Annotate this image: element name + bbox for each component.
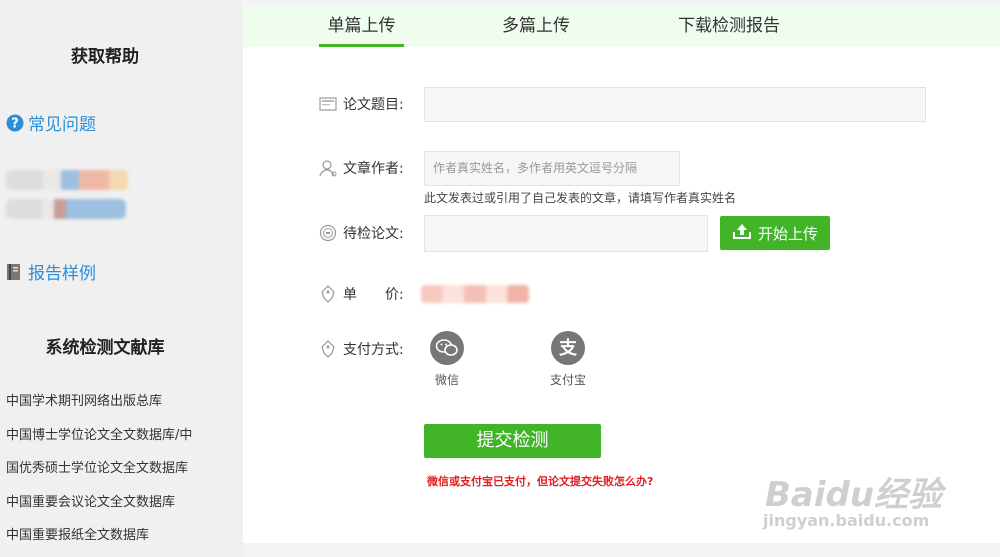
database-item: 中国博士学位论文全文数据库/中: [6, 428, 193, 443]
svg-text:?: ?: [11, 116, 19, 131]
question-circle-icon: ?: [6, 114, 24, 132]
database-item: 中国重要会议论文全文数据库: [6, 495, 176, 510]
wechat-icon: [430, 331, 464, 365]
database-item: 中国学术期刊网络出版总库: [6, 394, 163, 409]
wechat-label: 微信: [434, 373, 459, 387]
document-title-icon: [319, 95, 337, 113]
database-item: 国优秀硕士学位论文全文数据库: [6, 461, 189, 476]
alipay-label: 支付宝: [549, 373, 586, 387]
paper-label: 待检论文:: [319, 223, 404, 243]
report-sample-label: 报告样例: [28, 264, 96, 284]
author-input[interactable]: 作者真实姓名，多作者用英文逗号分隔: [424, 151, 680, 186]
price-tag-icon: [319, 340, 337, 358]
paper-file-input[interactable]: [424, 215, 708, 252]
price-tag-icon: [319, 285, 337, 303]
pay-wechat[interactable]: 微信: [426, 331, 468, 388]
upload-icon: [732, 222, 752, 244]
baidu-watermark: Baidu经验: [765, 475, 943, 515]
help-title: 获取帮助: [71, 47, 139, 67]
redacted-contact-2: [6, 199, 126, 219]
baidu-watermark-url: jingyan.baidu.com: [763, 511, 930, 530]
payment-failure-link[interactable]: 微信或支付宝已支付，但论文提交失败怎么办?: [427, 473, 653, 489]
coin-icon: [319, 224, 337, 242]
submit-check-button[interactable]: 提交检测: [424, 424, 601, 458]
title-input[interactable]: [424, 87, 926, 122]
user-icon: [319, 159, 337, 177]
report-sample-link[interactable]: 报告样例: [6, 259, 96, 284]
faq-link-label: 常见问题: [28, 115, 96, 135]
title-label: 论文题目:: [319, 94, 404, 114]
alipay-icon: 支: [551, 331, 585, 365]
tab-bar: 单篇上传 多篇上传 下载检测报告: [243, 5, 1000, 47]
sidebar: 获取帮助 ? 常见问题 报告样例 系统检测文献库 中国学术期刊网络出版总库 中国…: [0, 0, 243, 557]
payment-label-text: 支付方式:: [343, 342, 404, 358]
redacted-price: [421, 285, 529, 303]
price-label: 单 价:: [319, 284, 404, 304]
pay-alipay[interactable]: 支 支付宝: [546, 331, 590, 388]
author-label: 文章作者:: [319, 158, 404, 178]
start-upload-button[interactable]: 开始上传: [720, 216, 830, 250]
paper-label-text: 待检论文:: [343, 226, 404, 242]
database-item: 中国重要报纸全文数据库: [6, 528, 150, 543]
author-label-text: 文章作者:: [343, 161, 404, 177]
price-label-text: 单 价:: [343, 287, 404, 303]
svg-text:支: 支: [558, 337, 578, 359]
upload-form: 论文题目: 文章作者: 作者真实姓名，多作者用英文逗号分隔 此文发表过或引用了自…: [243, 47, 1000, 543]
author-hint: 此文发表过或引用了自己发表的文章，请填写作者真实姓名: [424, 191, 737, 205]
library-title: 系统检测文献库: [45, 338, 165, 358]
redacted-contact-1: [6, 170, 128, 190]
tab-multi-upload[interactable]: 多篇上传: [493, 5, 579, 47]
title-label-text: 论文题目:: [343, 97, 404, 113]
tab-single-upload[interactable]: 单篇上传: [319, 5, 404, 47]
start-upload-label: 开始上传: [757, 224, 818, 243]
faq-link[interactable]: ? 常见问题: [6, 110, 96, 135]
payment-label: 支付方式:: [319, 339, 404, 359]
tab-download-report[interactable]: 下载检测报告: [669, 5, 789, 47]
book-icon: [6, 263, 24, 281]
bottom-strip: [243, 543, 1000, 557]
